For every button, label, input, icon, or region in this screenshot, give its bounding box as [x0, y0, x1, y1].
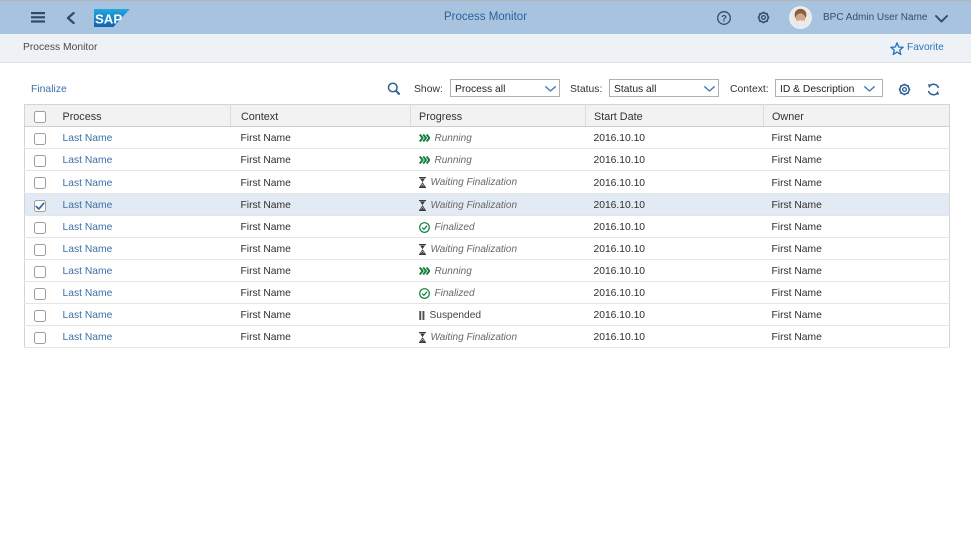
svg-text:?: ?	[721, 13, 727, 24]
svg-text:SAP: SAP	[95, 12, 122, 27]
